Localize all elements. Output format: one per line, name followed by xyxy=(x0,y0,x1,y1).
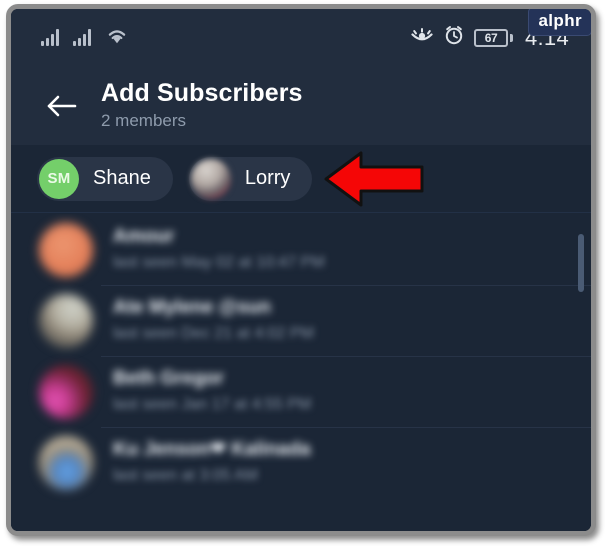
signal-bars-icon xyxy=(41,29,59,46)
chip-label: Shane xyxy=(93,167,151,189)
page-subtitle: 2 members xyxy=(101,111,187,130)
device-frame: 67 4:14 Add Subscribers 2 members SM Sha… xyxy=(6,4,596,536)
status-bar-left-icons xyxy=(41,26,129,49)
status-bar: 67 4:14 xyxy=(11,9,591,66)
list-item-text: Ku Jenson❤ Kalinada last seen at 3:05 AM xyxy=(113,439,311,486)
wifi-icon xyxy=(105,26,129,49)
list-scrollbar[interactable] xyxy=(578,234,584,292)
chip-avatar-initials: SM xyxy=(39,158,79,199)
battery-level-text: 67 xyxy=(484,30,498,45)
list-item[interactable]: Ate Mylene @sun last seen Dec 21 at 4:02… xyxy=(11,285,591,356)
contact-name: Beth Gregor xyxy=(113,368,224,389)
list-item-text: Amour last seen May 02 at 10:47 PM xyxy=(113,226,325,273)
list-item-text: Beth Gregor last seen Jan 17 at 4:55 PM xyxy=(113,368,311,415)
contact-status: last seen Jan 17 at 4:55 PM xyxy=(113,396,312,413)
contact-status: last seen May 02 at 10:47 PM xyxy=(113,254,325,271)
contact-name: Amour xyxy=(113,226,175,247)
contact-status: last seen Dec 21 at 4:02 PM xyxy=(113,325,314,342)
avatar xyxy=(39,364,93,419)
app-header: Add Subscribers 2 members xyxy=(11,66,591,145)
header-text-block: Add Subscribers 2 members xyxy=(101,78,303,133)
list-item[interactable]: Ku Jenson❤ Kalinada last seen at 3:05 AM xyxy=(11,427,591,498)
signal-bars-icon-secondary xyxy=(73,29,91,46)
alphr-watermark: alphr xyxy=(528,9,591,36)
contact-name: Ate Mylene @sun xyxy=(113,297,271,318)
alarm-clock-icon xyxy=(443,24,465,51)
avatar xyxy=(39,435,93,490)
selected-members-chips: SM Shane Lorry xyxy=(11,145,591,213)
list-item[interactable]: Amour last seen May 02 at 10:47 PM xyxy=(11,214,591,285)
battery-icon: 67 xyxy=(473,28,513,47)
eye-icon xyxy=(410,25,434,50)
chip-lorry[interactable]: Lorry xyxy=(188,156,313,201)
back-arrow-icon xyxy=(47,95,77,116)
contact-list[interactable]: Amour last seen May 02 at 10:47 PM Ate M… xyxy=(11,214,591,531)
avatar xyxy=(39,293,93,348)
chip-shane[interactable]: SM Shane xyxy=(37,156,173,201)
phone-screen: 67 4:14 Add Subscribers 2 members SM Sha… xyxy=(11,9,591,531)
chip-avatar-photo xyxy=(190,158,231,199)
page-title: Add Subscribers xyxy=(101,79,303,107)
contact-name: Ku Jenson❤ Kalinada xyxy=(113,439,311,460)
chip-initials-text: SM xyxy=(47,170,71,187)
list-item[interactable]: Beth Gregor last seen Jan 17 at 4:55 PM xyxy=(11,356,591,427)
contact-status: last seen at 3:05 AM xyxy=(113,467,258,484)
chip-label: Lorry xyxy=(244,167,291,189)
avatar xyxy=(39,222,93,277)
list-item-text: Ate Mylene @sun last seen Dec 21 at 4:02… xyxy=(113,297,314,344)
back-button[interactable] xyxy=(39,84,83,128)
